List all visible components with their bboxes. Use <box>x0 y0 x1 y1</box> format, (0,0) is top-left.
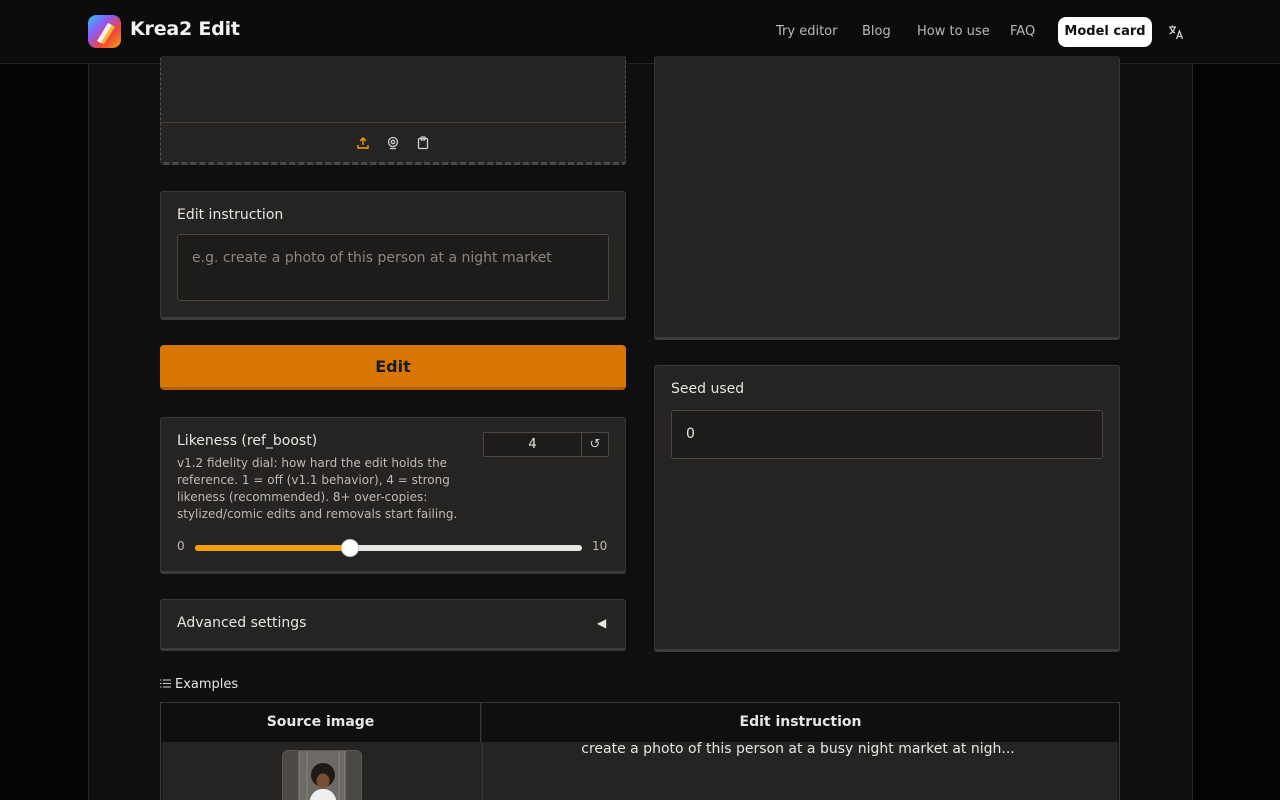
likeness-label: Likeness (ref_boost) <box>177 433 318 449</box>
likeness-description: v1.2 fidelity dial: how hard the edit ho… <box>177 456 458 521</box>
collapse-arrow-icon: ◀ <box>597 616 607 630</box>
likeness-box: Likeness (ref_boost) 4 ↺ v1.2 fidelity d… <box>160 417 626 574</box>
nav-faq[interactable]: FAQ <box>1010 24 1035 39</box>
upload-icon[interactable] <box>356 135 370 149</box>
output-image-area <box>654 56 1120 340</box>
upload-toolbar <box>161 122 625 162</box>
seed-used-box: Seed used 0 <box>654 365 1120 652</box>
list-icon <box>160 677 171 688</box>
nav-how-to-use[interactable]: How to use <box>917 24 990 39</box>
slider-thumb[interactable] <box>340 539 359 557</box>
edit-instruction-label: Edit instruction <box>177 207 284 223</box>
krea-logo-icon[interactable] <box>88 15 121 48</box>
webcam-icon[interactable] <box>386 135 400 150</box>
likeness-number-input[interactable]: 4 <box>483 432 582 457</box>
nav-blog[interactable]: Blog <box>862 24 891 39</box>
example-instruction-text[interactable]: create a photo of this person at a busy … <box>481 741 1115 757</box>
edit-instruction-box: Edit instruction e.g. create a photo of … <box>160 191 626 320</box>
seed-used-label: Seed used <box>671 381 745 397</box>
advanced-settings-accordion[interactable]: Advanced settings ◀ <box>160 599 626 651</box>
examples-label: Examples <box>160 677 238 692</box>
brand-name[interactable]: Krea2 Edit <box>130 18 240 40</box>
translate-icon[interactable] <box>1167 23 1185 41</box>
column-header-source-image: Source image <box>161 703 481 742</box>
advanced-settings-label: Advanced settings <box>177 615 307 631</box>
image-upload-area[interactable] <box>160 56 626 165</box>
slider-min-label: 0 <box>177 539 185 553</box>
model-card-button[interactable]: Model card <box>1058 17 1152 47</box>
seed-used-field[interactable]: 0 <box>671 410 1103 459</box>
examples-table: Source image Edit instruction create a p… <box>160 702 1120 800</box>
clipboard-icon[interactable] <box>416 135 430 150</box>
likeness-reset-button[interactable]: ↺ <box>581 432 609 457</box>
nav-try-editor[interactable]: Try editor <box>776 24 837 39</box>
likeness-slider[interactable] <box>195 539 582 557</box>
examples-label-text: Examples <box>175 677 239 692</box>
slider-max-label: 10 <box>592 539 608 553</box>
example-source-thumbnail[interactable] <box>282 750 362 800</box>
top-bar: Krea2 Edit Try editor Blog How to use FA… <box>0 0 1280 64</box>
slider-fill <box>195 545 350 551</box>
column-header-edit-instruction: Edit instruction <box>482 703 1119 742</box>
edit-instruction-input[interactable]: e.g. create a photo of this person at a … <box>177 234 609 301</box>
edit-button[interactable]: Edit <box>160 345 626 390</box>
